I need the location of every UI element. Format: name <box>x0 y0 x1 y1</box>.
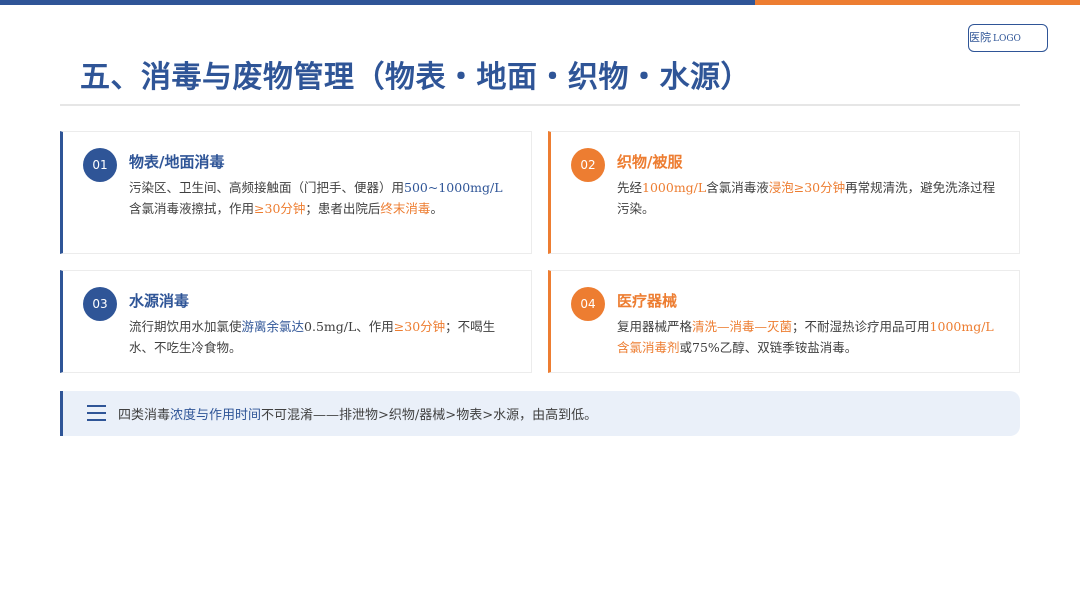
top-bar-orange <box>755 0 1080 5</box>
summary-note: 四类消毒浓度与作用时间不可混淆——排泄物>织物/器械>物表>水源，由高到低。 <box>60 391 1020 436</box>
text-segment: 流行期饮用水加氯使 <box>129 319 242 334</box>
text-segment: 0.5mg/L、作用 <box>304 319 394 334</box>
text-segment: 污染区、卫生间、高频接触面（门把手、便器）用 <box>129 180 405 195</box>
title-divider <box>60 104 1020 106</box>
highlight-text: ≥30分钟 <box>393 319 446 334</box>
summary-note-text: 四类消毒浓度与作用时间不可混淆——排泄物>织物/器械>物表>水源，由高到低。 <box>118 404 597 423</box>
card-title: 织物/被服 <box>617 153 683 171</box>
text-segment: ；患者出院后 <box>305 201 381 216</box>
text-segment: 含氯消毒液擦拭，作用 <box>129 201 255 216</box>
highlight-text: 游离余氯达 <box>241 319 305 334</box>
highlight-text: 浸泡≥30分钟 <box>768 180 846 195</box>
card-number-badge: 03 <box>83 287 117 321</box>
card-number-badge: 02 <box>571 148 605 182</box>
logo-suffix: LOGO <box>993 34 1021 44</box>
card-textiles: 02 织物/被服 先经1000mg/L含氯消毒液浸泡≥30分钟再常规清洗，避免洗… <box>548 131 1020 254</box>
highlight-text: 终末消毒 <box>380 201 431 216</box>
top-accent-bar <box>0 0 1080 5</box>
card-body: 污染区、卫生间、高频接触面（门把手、便器）用500~1000mg/L 含氯消毒液擦… <box>129 177 515 219</box>
card-number-badge: 04 <box>571 287 605 321</box>
highlight-text: 1000mg/L <box>642 180 707 195</box>
page-title: 五、消毒与废物管理（物表・地面・织物・水源） <box>80 60 751 95</box>
text-segment: ；不耐湿热诊疗用品可用 <box>792 319 930 334</box>
highlight-text: 500~1000mg/L <box>404 180 503 195</box>
text-segment: 含氯消毒液 <box>706 180 769 195</box>
text-segment: 不可混淆——排泄物>织物/器械>物表>水源，由高到低。 <box>261 408 598 423</box>
card-medical-devices: 04 医疗器械 复用器械严格清洗—消毒—灭菌；不耐湿热诊疗用品可用1000mg/… <box>548 270 1020 373</box>
card-title: 水源消毒 <box>129 292 190 310</box>
text-segment: 四类消毒 <box>118 408 171 423</box>
card-title: 医疗器械 <box>617 292 678 310</box>
card-body: 流行期饮用水加氯使游离余氯达0.5mg/L、作用≥30分钟；不喝生水、不吃生冷食… <box>129 316 515 358</box>
menu-icon <box>87 405 106 421</box>
card-number-badge: 01 <box>83 148 117 182</box>
text-segment: 。 <box>430 201 443 216</box>
text-segment: 先经 <box>617 180 643 195</box>
card-body: 复用器械严格清洗—消毒—灭菌；不耐湿热诊疗用品可用1000mg/L含氯消毒剂或7… <box>617 316 1003 358</box>
text-segment: 复用器械严格 <box>617 319 693 334</box>
highlight-text: ≥30分钟 <box>254 201 306 216</box>
card-title: 物表/地面消毒 <box>129 153 225 171</box>
logo-text: 医院 <box>969 31 991 44</box>
card-surface-floor: 01 物表/地面消毒 污染区、卫生间、高频接触面（门把手、便器）用500~100… <box>60 131 532 254</box>
text-segment: 或75%乙醇、双链季铵盐消毒。 <box>679 340 858 355</box>
top-bar-blue <box>0 0 755 5</box>
card-water: 03 水源消毒 流行期饮用水加氯使游离余氯达0.5mg/L、作用≥30分钟；不喝… <box>60 270 532 373</box>
hospital-logo: 医院 LOGO <box>968 24 1048 52</box>
highlight-text: 清洗—消毒—灭菌 <box>692 319 793 334</box>
card-body: 先经1000mg/L含氯消毒液浸泡≥30分钟再常规清洗，避免洗涤过程污染。 <box>617 177 1003 219</box>
highlight-text: 浓度与作用时间 <box>170 408 262 423</box>
